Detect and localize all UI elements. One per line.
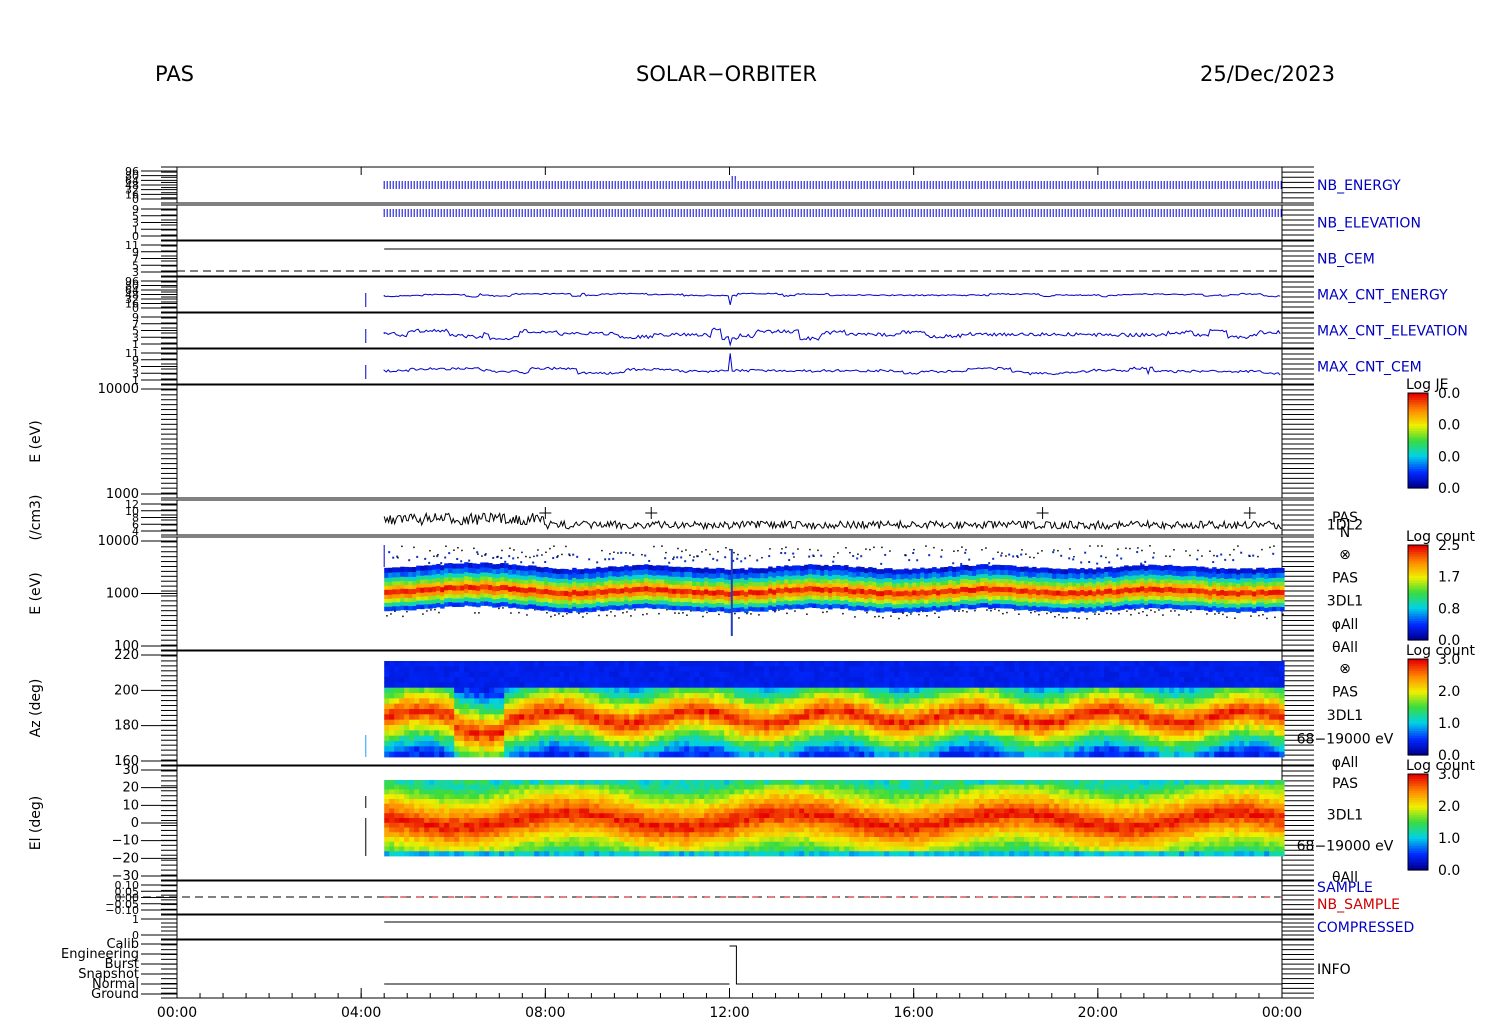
- panel-label: INFO: [1317, 962, 1351, 978]
- y-tick-label: 30: [122, 763, 139, 778]
- y-tick-label: 220: [114, 648, 139, 663]
- panel-label: NB_ELEVATION: [1317, 216, 1421, 232]
- side-label: ⊗: [1339, 547, 1351, 563]
- side-label: PAS: [1332, 776, 1358, 792]
- y-axis-label: E (eV): [28, 572, 44, 614]
- trace-nb_energy: [383, 176, 1282, 189]
- axis-minor-ticks: [161, 204, 1314, 241]
- colorbar-tick-label: 1.7: [1438, 570, 1460, 586]
- colorbar-tick-label: 0.0: [1438, 386, 1460, 402]
- x-tick-label: 08:00: [525, 1005, 565, 1020]
- x-tick-label: 20:00: [1078, 1005, 1118, 1020]
- colorbar-tick-label: 0.0: [1438, 418, 1460, 434]
- y-axis-label: Az (deg): [28, 679, 44, 738]
- side-label: 68−19000 eV: [1297, 732, 1394, 748]
- axis-minor-ticks: [161, 499, 1314, 536]
- info-mode-trace: [384, 945, 1282, 985]
- y-axis-label: El (deg): [28, 796, 44, 851]
- axis-minor-ticks: [161, 348, 1314, 385]
- panel-compressed: [176, 914, 1283, 940]
- trace-density: [383, 511, 1282, 531]
- y-tick-label: 200: [114, 683, 139, 698]
- side-label: θAll: [1332, 640, 1358, 656]
- side-label: ⊗: [1339, 661, 1351, 677]
- panel-label: NB_ENERGY: [1317, 178, 1401, 194]
- side-label: φAll: [1332, 617, 1359, 633]
- y-tick-label: −20: [112, 851, 139, 866]
- panel-max_cnt_cem: [176, 348, 1283, 385]
- x-tick-label: 04:00: [341, 1005, 381, 1020]
- panel-max_cnt_energy: [176, 276, 1283, 313]
- y-tick-label: 1000: [106, 587, 139, 602]
- x-tick-label: 16:00: [893, 1005, 933, 1020]
- axis-minor-ticks: [161, 939, 1314, 999]
- side-label: 3DL1: [1327, 807, 1363, 823]
- panel-label: MAX_CNT_CEM: [1317, 360, 1422, 376]
- colorbar-tick-label: 0.0: [1438, 449, 1460, 465]
- axis-minor-ticks: [161, 914, 1314, 940]
- side-label: 68−19000 eV: [1297, 839, 1394, 855]
- panel-label: NB_CEM: [1317, 252, 1375, 268]
- panel-label: NB_SAMPLE: [1317, 897, 1400, 913]
- y-tick-label: 10: [122, 798, 139, 813]
- x-tick-label: 00:00: [1262, 1005, 1302, 1020]
- side-label: φAll: [1332, 755, 1359, 771]
- trace-max_cnt_elevation: [383, 327, 1281, 347]
- axis-minor-ticks: [161, 166, 1314, 204]
- colorbar-tick-label: 2.0: [1438, 799, 1460, 815]
- side-label: PAS: [1332, 570, 1358, 586]
- side-label: N: [1340, 525, 1350, 541]
- side-label: PAS: [1332, 685, 1358, 701]
- trace-max_cnt_cem: [383, 353, 1281, 376]
- azimuth-spectrogram: [384, 661, 1285, 758]
- side-label: 3DL1: [1327, 708, 1363, 724]
- colorbar-tick-label: 2.5: [1438, 538, 1460, 554]
- y-axis-label: (/cm3): [28, 495, 44, 541]
- trace-max_cnt_energy: [383, 292, 1281, 306]
- elevation-spectrogram: [384, 780, 1285, 857]
- y-tick-label: 20: [122, 781, 139, 796]
- colorbar-tick-label: 2.0: [1438, 684, 1460, 700]
- x-tick-label: 00:00: [157, 1005, 197, 1020]
- axis-minor-ticks: [161, 312, 1314, 349]
- colorbar-tick-label: 0.0: [1438, 481, 1460, 497]
- y-tick-label: 0: [131, 816, 139, 831]
- colorbar: [1407, 658, 1429, 756]
- colorbar-tick-label: 3.0: [1438, 767, 1460, 783]
- colorbar: [1407, 773, 1429, 871]
- y-axis-label: E (eV): [28, 420, 44, 462]
- colorbar-tick-label: 0.8: [1438, 601, 1460, 617]
- colorbar-tick-label: 0.0: [1438, 863, 1460, 879]
- y-tick-label: 10000: [98, 382, 139, 397]
- side-label: 3DL1: [1327, 594, 1363, 610]
- colorbar-tick-label: 1.0: [1438, 716, 1460, 732]
- colorbar: [1407, 392, 1429, 489]
- trace-nb_elevation: [383, 209, 1282, 217]
- axis-minor-ticks: [161, 384, 1314, 499]
- panel-e_empty: [176, 384, 1283, 499]
- panel-density: [176, 499, 1283, 536]
- panel-label: COMPRESSED: [1317, 920, 1414, 936]
- colorbar: [1407, 544, 1429, 641]
- colorbar-tick-label: 3.0: [1438, 652, 1460, 668]
- pas-summary-plot: 9680644832160NB_ENERGY95310NB_ELEVATION1…: [28, 165, 1475, 1020]
- y-tick-label: −10: [112, 834, 139, 849]
- panel-label: MAX_CNT_ENERGY: [1317, 288, 1448, 304]
- y-tick-label: 10000: [98, 534, 139, 549]
- y-tick-label: 1: [132, 913, 139, 926]
- energy-spectrogram: [384, 545, 1285, 620]
- y-tick-label: 180: [114, 719, 139, 734]
- panel-label: SAMPLE: [1317, 880, 1373, 896]
- colorbar-tick-label: 1.0: [1438, 831, 1460, 847]
- panel-label: MAX_CNT_ELEVATION: [1317, 324, 1468, 340]
- x-tick-label: 12:00: [709, 1005, 749, 1020]
- y-tick-label: Ground: [91, 987, 139, 1002]
